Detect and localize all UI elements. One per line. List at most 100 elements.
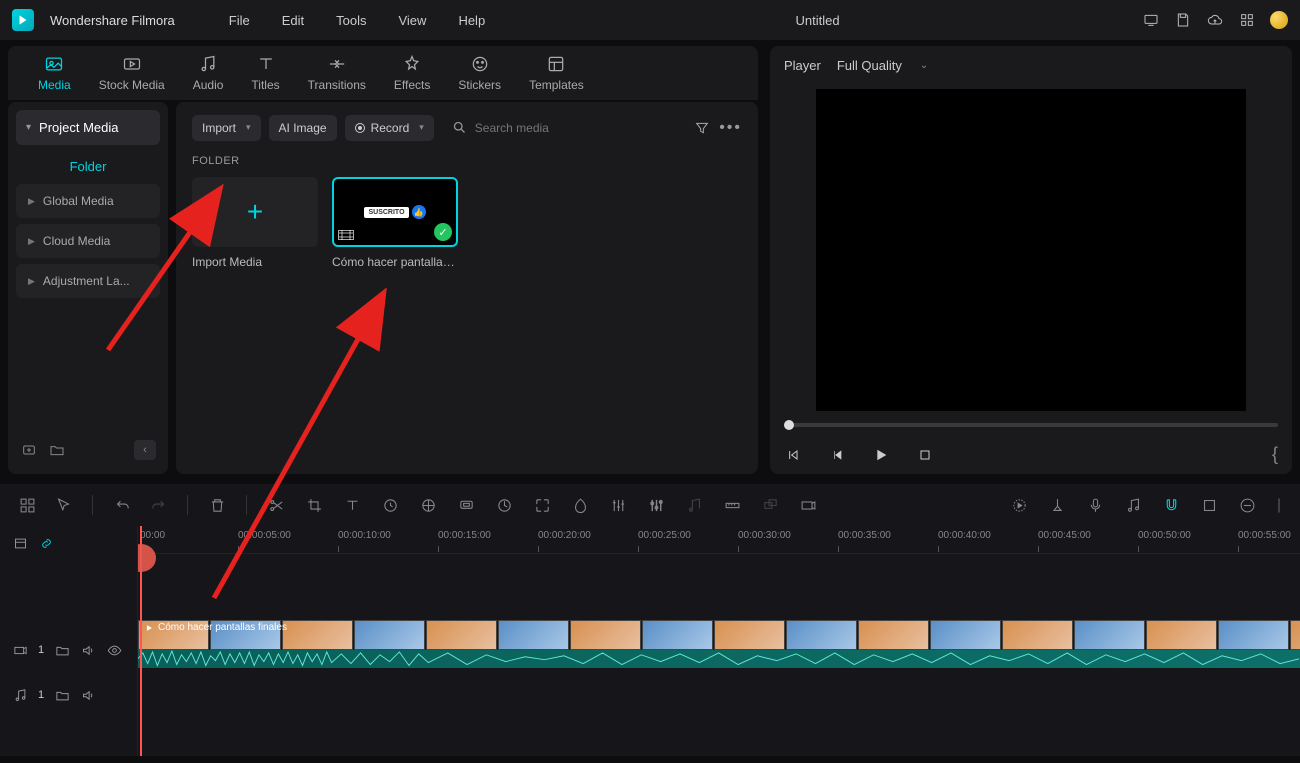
crop-icon[interactable] [305,496,323,514]
zoom-slider-icon[interactable] [1276,496,1282,514]
collapse-sidebar-icon[interactable]: ‹ [134,440,156,460]
quality-dropdown[interactable]: Full Quality⌄ [837,58,928,73]
cursor-icon[interactable] [54,496,72,514]
audio-waveform [138,650,1300,668]
menu-edit[interactable]: Edit [274,9,312,32]
ruler-icon[interactable] [723,496,741,514]
track-mute-icon[interactable] [80,642,96,658]
magnetic-icon[interactable] [1162,496,1180,514]
detach-audio-icon[interactable] [685,496,703,514]
title-bar: Wondershare Filmora File Edit Tools View… [0,0,1300,40]
screen-icon[interactable] [1142,11,1160,29]
panel-tabs: Media Stock Media Audio Titles Transitio… [8,46,758,100]
timeline-toolbar [0,484,1300,526]
tab-stock-media[interactable]: Stock Media [99,54,165,92]
audio-track[interactable] [138,674,1300,708]
grid-icon[interactable] [18,496,36,514]
more-options-icon[interactable]: ••• [719,119,742,137]
speed-icon[interactable] [381,496,399,514]
audio-track-header[interactable]: 1 [0,678,137,712]
filter-icon[interactable] [693,119,711,137]
ai-image-button[interactable]: AI Image [269,115,337,141]
audio-folder-icon[interactable] [54,687,70,703]
greenscreen-icon[interactable] [571,496,589,514]
video-track-header[interactable]: 1 [0,622,137,678]
zoom-out-icon[interactable] [1238,496,1256,514]
delete-icon[interactable] [208,496,226,514]
video-preview[interactable] [816,89,1246,411]
player-panel: Player Full Quality⌄ { [770,46,1292,474]
text-icon[interactable] [343,496,361,514]
player-scrubber[interactable] [770,415,1292,435]
import-button[interactable]: Import▾ [192,115,261,141]
new-bin-icon[interactable] [20,441,38,459]
search-media[interactable] [442,114,685,141]
track-folder-icon[interactable] [54,642,70,658]
stop-icon[interactable] [916,446,934,464]
tab-stickers[interactable]: Stickers [458,54,501,92]
cloud-upload-icon[interactable] [1206,11,1224,29]
timeline-options-icon[interactable] [12,535,28,551]
menu-help[interactable]: Help [450,9,493,32]
tab-audio[interactable]: Audio [193,54,224,92]
brace-icon[interactable]: { [1272,444,1278,465]
timeline: 1 1 00:00 00:00:05:00 00:00:10:00 00:00:… [0,526,1300,756]
audio-sync-icon[interactable] [1124,496,1142,514]
audio-mixer-icon[interactable] [647,496,665,514]
render-icon[interactable] [799,496,817,514]
split-icon[interactable] [267,496,285,514]
import-media-card[interactable]: + Import Media [192,177,318,269]
folder-label: Folder [16,145,160,184]
track-visibility-icon[interactable] [106,642,122,658]
tab-titles[interactable]: Titles [251,54,279,92]
menu-view[interactable]: View [390,9,434,32]
preview-render-icon[interactable] [1010,496,1028,514]
redo-icon[interactable] [149,496,167,514]
playhead[interactable] [140,526,142,756]
keyframe-icon[interactable] [495,496,513,514]
tab-templates[interactable]: Templates [529,54,584,92]
new-folder-icon[interactable] [48,441,66,459]
tab-effects[interactable]: Effects [394,54,430,92]
folder-section-header: FOLDER [192,155,742,167]
save-icon[interactable] [1174,11,1192,29]
marker-icon[interactable] [1048,496,1066,514]
apps-icon[interactable] [1238,11,1256,29]
color-icon[interactable] [419,496,437,514]
user-avatar[interactable] [1270,11,1288,29]
document-title: Untitled [509,13,1126,28]
record-button[interactable]: Record▾ [345,115,434,141]
prev-frame-icon[interactable] [784,446,802,464]
mask-icon[interactable] [457,496,475,514]
sidebar-item-cloud-media[interactable]: ▶Cloud Media [16,224,160,258]
media-clip-card[interactable]: SUSCRITO 👍 ✓ Cómo hacer pantallas ... [332,177,458,269]
group-icon[interactable] [761,496,779,514]
audio-track-icon [12,687,28,703]
app-name: Wondershare Filmora [50,13,175,28]
media-type-icon [338,229,354,241]
sidebar-item-adjustment-layer[interactable]: ▶Adjustment La... [16,264,160,298]
snapping-icon[interactable] [1200,496,1218,514]
adjust-icon[interactable] [609,496,627,514]
play-icon[interactable] [872,446,890,464]
link-icon[interactable] [38,535,54,551]
undo-icon[interactable] [113,496,131,514]
voiceover-icon[interactable] [1086,496,1104,514]
search-icon [452,120,467,135]
tab-media[interactable]: Media [38,54,71,92]
project-media-button[interactable]: ▾Project Media [16,110,160,145]
menu-tools[interactable]: Tools [328,9,374,32]
app-logo [12,9,34,31]
sidebar-item-global-media[interactable]: ▶Global Media [16,184,160,218]
menu-file[interactable]: File [221,9,258,32]
video-track[interactable]: Cómo hacer pantallas finales [138,618,1300,674]
expand-icon[interactable] [533,496,551,514]
check-icon: ✓ [434,223,452,241]
search-input[interactable] [475,121,675,135]
timeline-ruler[interactable]: 00:00 00:00:05:00 00:00:10:00 00:00:15:0… [138,526,1300,554]
media-content-area: Import▾ AI Image Record▾ ••• FOLDER + Im… [176,102,758,474]
audio-mute-icon[interactable] [80,687,96,703]
tab-transitions[interactable]: Transitions [308,54,366,92]
play-backward-icon[interactable] [828,446,846,464]
timeline-tracks[interactable]: 00:00 00:00:05:00 00:00:10:00 00:00:15:0… [138,526,1300,756]
